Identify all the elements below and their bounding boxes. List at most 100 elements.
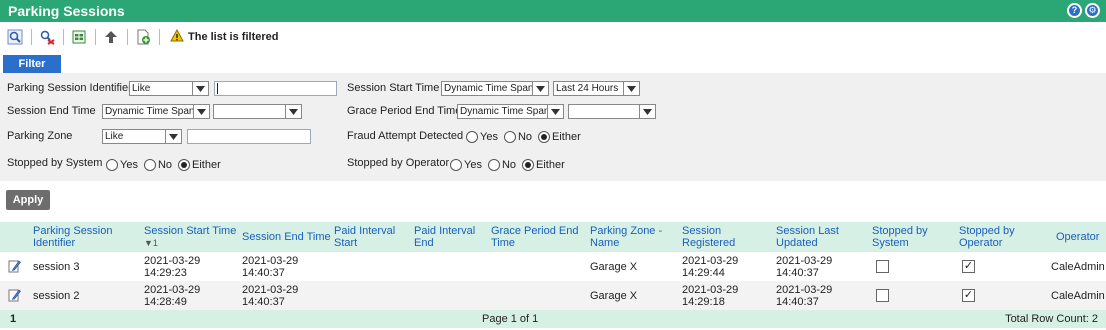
system-no-radio[interactable] xyxy=(143,159,156,171)
table-row[interactable]: session 3 2021-03-29 14:29:23 2021-03-29 1… xyxy=(0,252,1106,281)
parking-session-identifier-operator-select[interactable]: Like xyxy=(129,81,209,96)
select-value: Last 24 Hours xyxy=(556,83,619,94)
toolbar-divider xyxy=(95,29,96,45)
chevron-down-icon xyxy=(192,82,208,95)
stopped-by-system-radio-group: Yes No Either xyxy=(102,159,221,171)
system-yes-radio[interactable] xyxy=(106,159,118,171)
radio-label: No xyxy=(517,131,533,143)
chevron-down-icon xyxy=(285,105,301,118)
column-header-grace[interactable]: Grace Period End Time xyxy=(491,225,581,249)
column-header-operator[interactable]: Operator xyxy=(1056,231,1104,243)
cell-registered: 2021-03-29 14:29:18 xyxy=(682,284,738,308)
parking-session-identifier-label: Parking Session Identifier xyxy=(7,82,132,94)
column-header-zone[interactable]: Parking Zone - Name xyxy=(590,225,670,249)
radio-label: Yes xyxy=(120,159,138,171)
total-row-count: Total Row Count: 2 xyxy=(1005,313,1098,325)
column-header-end[interactable]: Session End Time xyxy=(242,231,332,243)
grace-period-end-time-label: Grace Period End Time xyxy=(347,105,462,117)
column-header-stopped-system[interactable]: Stopped by System xyxy=(872,225,932,249)
cell-session-id: session 3 xyxy=(33,261,80,273)
column-header-id[interactable]: Parking Session Identifier xyxy=(33,225,133,249)
fraud-attempt-detected-radio-group: Yes No Either xyxy=(462,131,581,143)
help-icon[interactable]: ? xyxy=(1067,3,1082,18)
parking-zone-input[interactable] xyxy=(187,129,311,144)
cell-registered-date: 2021-03-29 xyxy=(682,255,739,267)
select-value: Dynamic Time Span xyxy=(105,106,195,117)
chevron-down-icon xyxy=(547,105,563,118)
column-header-start-label: Session Start Time xyxy=(144,225,237,237)
cell-registered-clock: 14:29:44 xyxy=(682,267,725,279)
tab-filter[interactable]: Filter xyxy=(3,55,61,73)
text-cursor xyxy=(217,83,218,94)
cell-start-time: 2021-03-29 14:29:23 xyxy=(144,255,200,279)
session-start-time-mode-select[interactable]: Dynamic Time Span xyxy=(441,81,549,96)
fraud-either-radio[interactable] xyxy=(538,131,551,143)
page-title: Parking Sessions xyxy=(8,3,125,19)
session-end-time-mode-select[interactable]: Dynamic Time Span xyxy=(102,104,210,119)
grace-period-end-time-mode-select[interactable]: Dynamic Time Span xyxy=(457,104,564,119)
stopped-by-operator-checkbox: ✓ xyxy=(962,260,975,273)
stopped-by-system-label: Stopped by System xyxy=(7,157,103,169)
fraud-no-radio[interactable] xyxy=(503,131,516,143)
cell-updated-clock: 14:40:37 xyxy=(776,267,819,279)
column-header-paid-start[interactable]: Paid Interval Start xyxy=(334,225,404,249)
back-icon[interactable] xyxy=(102,28,120,46)
toolbar-divider xyxy=(63,29,64,45)
new-document-icon[interactable] xyxy=(134,28,152,46)
settings-icon[interactable]: ⚙ xyxy=(1085,3,1100,18)
column-header-start[interactable]: Session Start Time ▼1 xyxy=(144,225,239,249)
radio-label: Either xyxy=(552,131,581,143)
parking-zone-label: Parking Zone xyxy=(7,130,73,142)
grace-period-end-time-range-select[interactable] xyxy=(568,104,656,119)
toolbar: The list is filtered xyxy=(0,22,1106,52)
warning-icon xyxy=(170,28,184,45)
cell-start-clock: 14:28:49 xyxy=(144,296,187,308)
edit-icon[interactable] xyxy=(8,259,21,276)
stopped-by-operator-label: Stopped by Operator xyxy=(347,157,450,169)
search-icon[interactable] xyxy=(6,28,24,46)
operator-either-radio[interactable] xyxy=(522,159,535,171)
stopped-by-operator-checkbox: ✓ xyxy=(962,289,975,302)
operator-no-radio[interactable] xyxy=(487,159,500,171)
export-icon[interactable] xyxy=(70,28,88,46)
fraud-yes-radio[interactable] xyxy=(466,131,478,143)
edit-icon[interactable] xyxy=(8,288,21,305)
session-start-time-range-select[interactable]: Last 24 Hours xyxy=(553,81,640,96)
cell-end-date: 2021-03-29 xyxy=(242,284,299,296)
system-either-radio[interactable] xyxy=(178,159,191,171)
parking-zone-operator-select[interactable]: Like xyxy=(102,129,182,144)
column-header-registered[interactable]: Session Registered xyxy=(682,225,752,249)
apply-button[interactable]: Apply xyxy=(6,190,50,210)
chevron-down-icon xyxy=(532,82,548,95)
select-value: Dynamic Time Span xyxy=(444,83,534,94)
cell-registered: 2021-03-29 14:29:44 xyxy=(682,255,738,279)
select-value: Like xyxy=(132,83,151,94)
column-header-paid-end[interactable]: Paid Interval End xyxy=(414,225,479,249)
stopped-by-operator-radio-group: Yes No Either xyxy=(446,159,565,171)
radio-label: No xyxy=(157,159,173,171)
session-start-time-label: Session Start Time xyxy=(347,82,440,94)
radio-label: Yes xyxy=(480,131,498,143)
cell-registered-clock: 14:29:18 xyxy=(682,296,725,308)
cell-end-date: 2021-03-29 xyxy=(242,255,299,267)
cell-end-clock: 14:40:37 xyxy=(242,267,285,279)
cell-updated: 2021-03-29 14:40:37 xyxy=(776,284,832,308)
chevron-down-icon xyxy=(165,130,181,143)
parking-session-identifier-input[interactable] xyxy=(214,81,337,96)
cell-end-time: 2021-03-29 14:40:37 xyxy=(242,255,298,279)
cell-operator: CaleAdmin xyxy=(1051,290,1105,302)
column-header-stopped-operator[interactable]: Stopped by Operator xyxy=(959,225,1019,249)
session-end-time-range-select[interactable] xyxy=(213,104,302,119)
clear-filter-icon[interactable] xyxy=(38,28,56,46)
operator-yes-radio[interactable] xyxy=(450,159,462,171)
cell-zone: Garage X xyxy=(590,261,638,273)
stopped-by-system-checkbox xyxy=(876,260,889,273)
sessions-table: Parking Session Identifier Session Start… xyxy=(0,222,1106,328)
page-number[interactable]: 1 xyxy=(10,313,16,325)
radio-label: Either xyxy=(536,159,565,171)
table-row[interactable]: session 2 2021-03-29 14:28:49 2021-03-29 1… xyxy=(0,281,1106,310)
column-header-updated[interactable]: Session Last Updated xyxy=(776,225,846,249)
cell-end-time: 2021-03-29 14:40:37 xyxy=(242,284,298,308)
radio-label: Either xyxy=(192,159,221,171)
cell-updated-date: 2021-03-29 xyxy=(776,255,833,267)
